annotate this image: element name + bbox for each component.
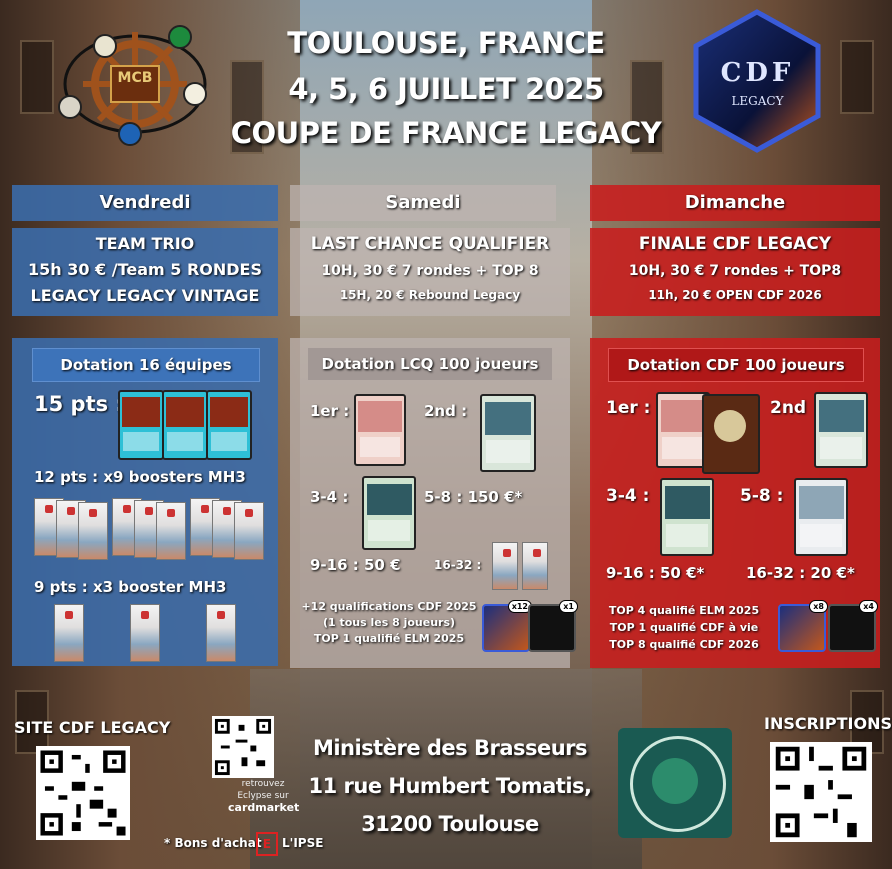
prize-card: [660, 478, 714, 556]
prize-card: [702, 394, 760, 474]
saturday-prizes-title: Dotation LCQ 100 joueurs: [308, 348, 552, 380]
booster-pack: [54, 604, 84, 662]
inscriptions-label: INSCRIPTIONS: [764, 714, 892, 733]
sunday-sixteenth-label: 16-32 : 20 €*: [746, 564, 855, 582]
cdf-logo-subtext: LEGACY: [731, 94, 784, 108]
booster-pack: [492, 542, 518, 590]
purchase-voucher-note: * Bons d'achat: [164, 836, 262, 850]
card-art-circle: [714, 410, 746, 442]
friday-prizes-title: Dotation 16 équipes: [32, 348, 260, 382]
prize-card: [480, 394, 536, 472]
saturday-qualifications: +12 qualifications CDF 2025 (1 tous les …: [294, 600, 484, 645]
cardmarket-caption: retrouvez Eclypse sur cardmarket: [228, 778, 300, 814]
venue-street: 11 rue Humbert Tomatis,: [308, 774, 592, 798]
saturday-third-label: 3-4 :: [310, 488, 349, 506]
cardmarket-brand: cardmarket: [228, 801, 300, 814]
site-qr-code[interactable]: [36, 746, 130, 840]
ministere-logo-face-icon: [652, 758, 698, 804]
sunday-header: Dimanche: [590, 185, 880, 221]
cdf-qualification-badge: x8: [778, 600, 828, 652]
event-dates: 4, 5, 6 JUILLET 2025: [288, 72, 604, 106]
site-cdf-legacy-label: SITE CDF LEGACY: [14, 718, 171, 737]
sunday-second-label: 2nd: [770, 398, 807, 418]
booster-pack: [206, 604, 236, 662]
sunday-event-name: FINALE CDF LEGACY: [638, 234, 832, 254]
cdf-logo-text: CDF: [720, 58, 795, 88]
event-title: COUPE DE FRANCE LEGACY: [230, 116, 662, 150]
event-location: TOULOUSE, FRANCE: [287, 26, 605, 60]
sunday-event-details: 10H, 30 € 7 rondes + TOP8: [628, 263, 842, 279]
elm-badge-count: x4: [859, 600, 878, 613]
prize-card: [206, 390, 252, 460]
saturday-info-panel: LAST CHANCE QUALIFIER 10H, 30 € 7 rondes…: [290, 228, 570, 316]
saturday-qualif-line3: TOP 1 qualifié ELM 2025: [313, 632, 465, 645]
friday-tier2-label: 12 pts : x9 boosters MH3: [34, 468, 246, 486]
saturday-header: Samedi: [290, 185, 556, 221]
saturday-side-event: 15H, 20 € Rebound Legacy: [339, 288, 521, 302]
sunday-qualif-line2: TOP 1 qualifié CDF à vie: [609, 621, 759, 634]
prize-card: [794, 478, 848, 556]
saturday-fifth-label: 5-8 : 150 €*: [424, 488, 523, 506]
sunday-prizes-title: Dotation CDF 100 joueurs: [608, 348, 864, 382]
prize-card: [354, 394, 406, 466]
cardmarket-caption-line1: retrouvez: [241, 779, 285, 789]
background-window: [840, 40, 874, 114]
friday-prizes-panel: Dotation 16 équipes 15 pts : 12 pts : x9…: [12, 338, 278, 666]
prize-card: [362, 476, 416, 550]
prize-card: [814, 392, 868, 468]
background-window: [20, 40, 54, 114]
poster: MCB CDF LEGACY TOULOUSE, FRANCE 4, 5, 6 …: [0, 0, 892, 869]
sunday-side-event: 11h, 20 € OPEN CDF 2026: [648, 288, 822, 302]
elm-badge-count: x1: [559, 600, 578, 613]
elm-qualification-badge: x4: [828, 600, 878, 652]
saturday-first-label: 1er :: [310, 402, 350, 420]
saturday-event-details: 10H, 30 € 7 rondes + TOP 8: [321, 263, 539, 279]
sunday-third-label: 3-4 :: [606, 486, 650, 506]
venue-name: Ministère des Brasseurs: [312, 736, 588, 760]
saturday-prizes-panel: Dotation LCQ 100 joueurs 1er : 2nd : 3-4…: [290, 338, 578, 668]
ministere-brasseurs-logo: [618, 728, 732, 838]
venue-city: 31200 Toulouse: [361, 812, 539, 836]
sunday-info-panel: FINALE CDF LEGACY 10H, 30 € 7 rondes + T…: [590, 228, 880, 316]
inscriptions-qr-code[interactable]: [770, 742, 872, 842]
saturday-event-name: LAST CHANCE QUALIFIER: [310, 234, 550, 254]
booster-pack: [234, 502, 264, 560]
sunday-qualif-line3: TOP 8 qualifié CDF 2026: [609, 638, 759, 651]
saturday-sixteenth-label: 16-32 :: [434, 558, 482, 572]
eclypse-logo-text: L'IPSE: [282, 836, 324, 850]
prize-card: [118, 390, 164, 460]
cardmarket-qr-code[interactable]: [212, 716, 274, 778]
booster-pack: [130, 604, 160, 662]
friday-info-panel: TEAM TRIO 15h 30 € /Team 5 RONDES LEGACY…: [12, 228, 278, 316]
friday-event-formats: LEGACY LEGACY VINTAGE: [30, 286, 260, 305]
booster-pack: [156, 502, 186, 560]
sunday-qualifications: TOP 4 qualifié ELM 2025 TOP 1 qualifié C…: [594, 604, 774, 651]
booster-pack: [522, 542, 548, 590]
booster-pack: [78, 502, 108, 560]
prize-card: [162, 390, 208, 460]
sunday-fifth-label: 5-8 :: [740, 486, 784, 506]
mcb-logo: MCB: [55, 22, 215, 147]
sunday-ninth-label: 9-16 : 50 €*: [606, 564, 705, 582]
mcb-logo-text: MCB: [117, 70, 153, 86]
sunday-qualif-line1: TOP 4 qualifié ELM 2025: [608, 604, 760, 617]
friday-event-name: TEAM TRIO: [95, 234, 195, 253]
friday-header: Vendredi: [12, 185, 278, 221]
friday-tier3-label: 9 pts : x3 booster MH3: [34, 578, 227, 596]
cdf-legacy-logo: CDF LEGACY: [690, 8, 825, 153]
saturday-qualif-line1: +12 qualifications CDF 2025: [301, 600, 477, 613]
friday-tier1-label: 15 pts :: [34, 392, 124, 416]
sunday-prizes-panel: Dotation CDF 100 joueurs 1er : 2nd 3-4 :…: [590, 338, 880, 668]
sunday-first-label: 1er :: [606, 398, 651, 418]
cdf-badge-count: x8: [809, 600, 828, 613]
cdf-qualification-badge: x12: [482, 600, 532, 652]
saturday-ninth-label: 9-16 : 50 €: [310, 556, 401, 574]
eclypse-logo-icon: E: [256, 832, 278, 856]
saturday-second-label: 2nd :: [424, 402, 468, 420]
saturday-qualif-line2: (1 tous les 8 joueurs): [322, 616, 456, 629]
elm-qualification-badge: x1: [528, 600, 578, 652]
friday-event-details: 15h 30 € /Team 5 RONDES: [27, 260, 263, 279]
